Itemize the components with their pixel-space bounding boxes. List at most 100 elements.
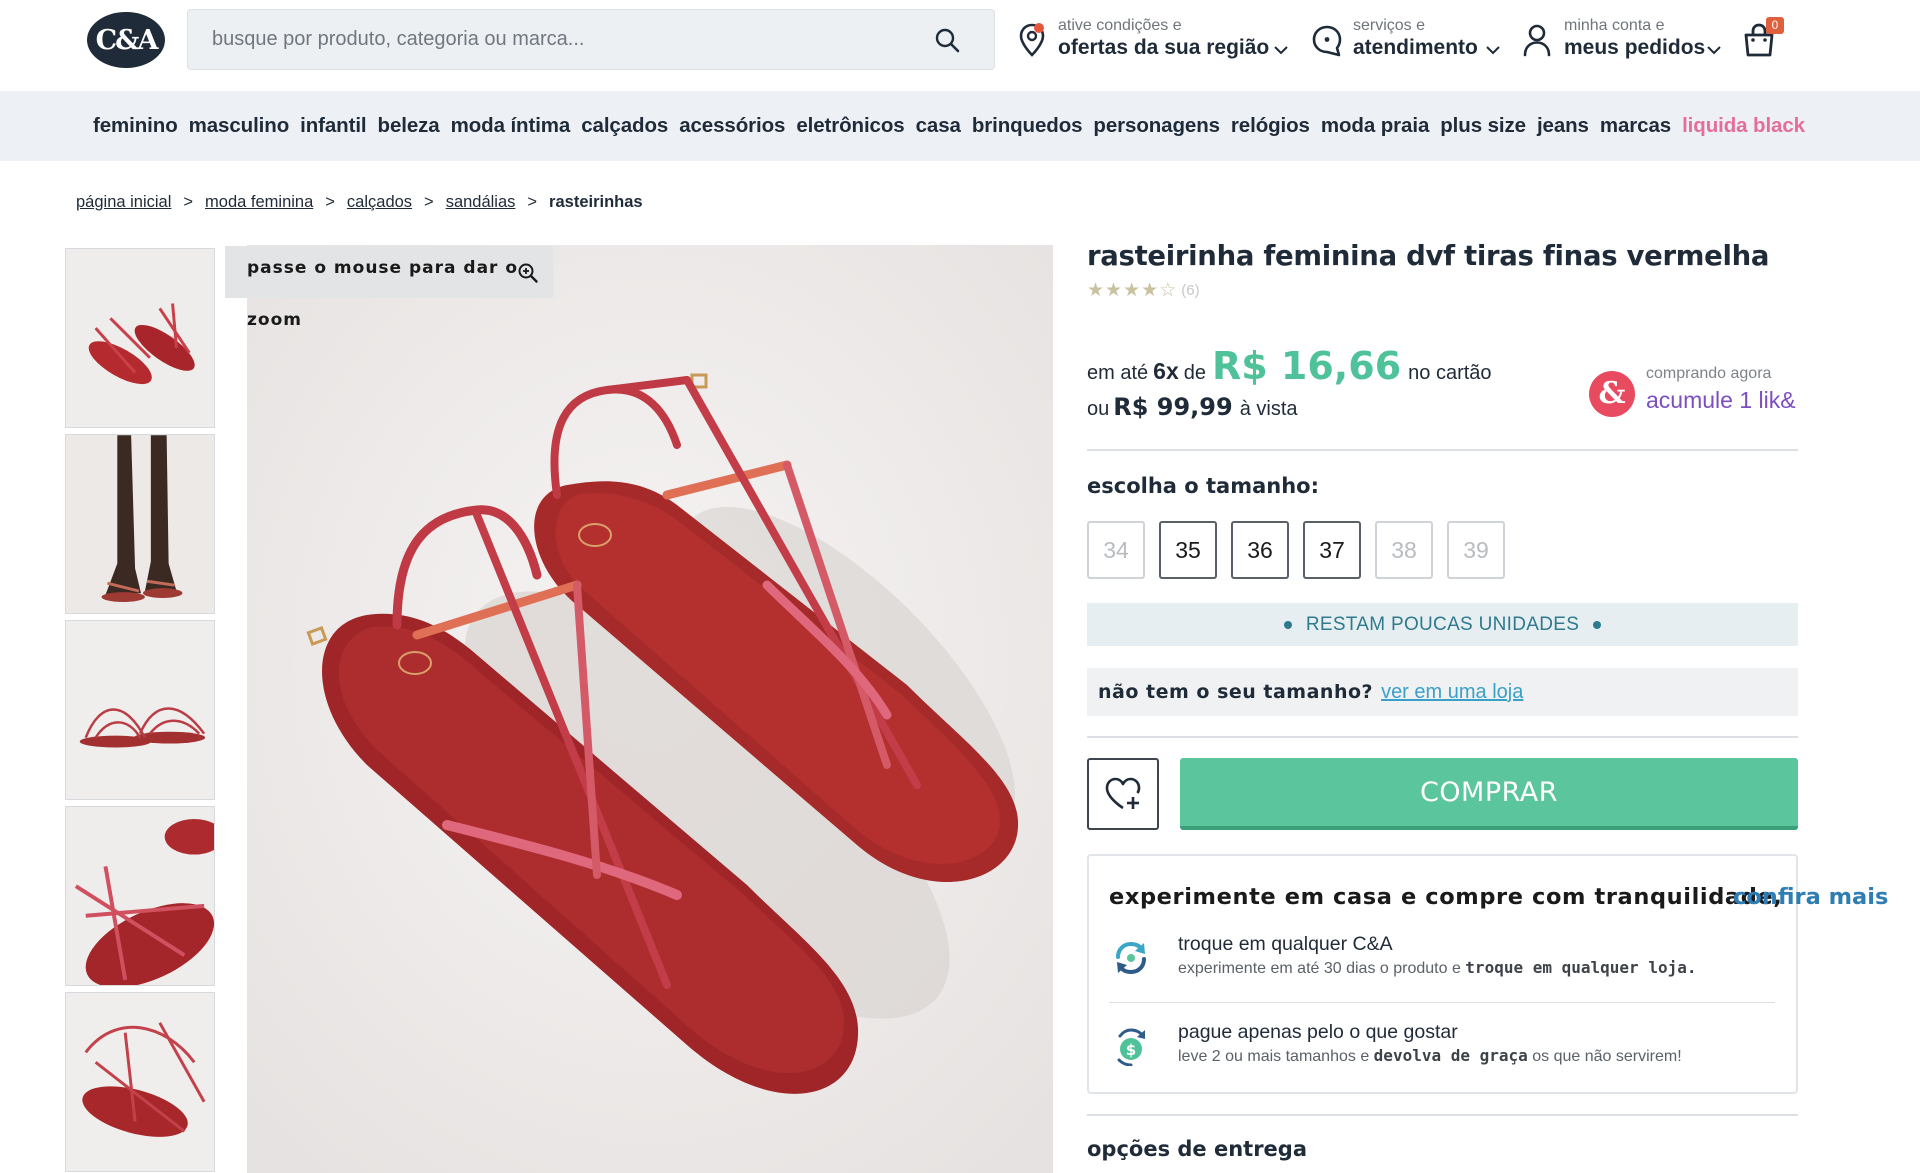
brand-logo[interactable]: C&A [87,12,165,68]
installment-count: 6x [1153,358,1179,384]
price-divider [1087,449,1798,451]
sandals-detail-thumbnail-image [66,807,214,985]
svg-text:$: $ [1126,1041,1136,1059]
nav-item-10[interactable]: personagens [1093,114,1220,138]
nav-item-15[interactable]: marcas [1600,114,1671,138]
sandals-closeup-thumbnail-image [66,993,214,1171]
service-small-label: serviços e [1353,17,1426,34]
pay-only-what-you-like-title: pague apenas pelo o que gostar [1178,1021,1458,1043]
user-icon [1523,24,1551,57]
money-back-icon: $ [1117,1028,1145,1066]
breadcrumb-link-2[interactable]: calçados [347,193,412,212]
main-product-image[interactable] [247,245,1053,1173]
bullet-dot-icon [1283,620,1292,629]
low-stock-banner: RESTAM POUCAS UNIDADES [1087,603,1798,646]
cash-price: ou R$ 99,99 à vista [1087,393,1298,421]
size-option-36[interactable]: 36 [1231,521,1289,579]
nav-item-4[interactable]: moda íntima [451,114,571,138]
size-option-37[interactable]: 37 [1303,521,1361,579]
return-desc-text: leve 2 ou mais tamanhos e [1178,1048,1370,1065]
account-menu[interactable]: minha conta e meus pedidos [1522,14,1722,64]
nav-item-7[interactable]: eletrônicos [796,114,904,138]
buy-button[interactable]: COMPRAR [1180,758,1798,830]
size-selector-title: escolha o tamanho: [1087,474,1319,498]
search-icon[interactable] [934,27,960,53]
breadcrumb-separator: > [424,193,434,211]
size-option-38[interactable]: 38 [1375,521,1433,579]
nav-item-11[interactable]: relógios [1231,114,1310,138]
size-option-35[interactable]: 35 [1159,521,1217,579]
exchange-arrows-icon [1116,941,1146,975]
nav-item-6[interactable]: acessórios [679,114,785,138]
breadcrumb-link-0[interactable]: página inicial [76,193,171,212]
size-selector: 34 35 36 37 38 39 [1087,521,1505,579]
pay-only-what-you-like-description: leve 2 ou mais tamanhos e devolva de gra… [1178,1046,1682,1066]
product-rating[interactable]: ★ ★ ★ ★ ☆ (6) [1087,281,1200,300]
region-offers-menu[interactable]: ative condições e ofertas da sua região [1018,14,1293,64]
likand-small-label: comprando agora [1646,365,1772,382]
actions-divider [1087,736,1798,738]
installment-value: R$ 16,66 [1212,344,1402,388]
star-filled-icon: ★ [1087,279,1105,301]
breadcrumb-separator: > [527,193,538,211]
installment-price: em até 6x de R$ 16,66 no cartão [1087,344,1492,388]
size-option-39[interactable]: 39 [1447,521,1505,579]
delivery-divider [1087,1114,1798,1116]
sandals-side-thumbnail-image [66,621,214,799]
category-nav-list: feminino masculino infantil beleza moda ínti… [93,91,1805,161]
sandals-pair-thumbnail-image [66,249,214,427]
exchange-desc-bold: troque em qualquer loja. [1465,958,1697,977]
product-title: rasteirinha feminina dvf tiras finas ver… [1087,240,1770,272]
zoom-in-icon [518,263,538,283]
review-count: (6) [1181,282,1200,299]
size-not-found-box: não tem o seu tamanho? ver em uma loja [1087,668,1798,716]
service-menu[interactable]: serviços e atendimento [1311,14,1501,64]
nav-item-promo[interactable]: liquida black [1682,114,1805,138]
account-small-label: minha conta e [1564,17,1665,34]
delivery-options-title[interactable]: opções de entrega [1087,1137,1307,1161]
nav-item-9[interactable]: brinquedos [972,114,1083,138]
nav-item-13[interactable]: plus size [1440,114,1526,138]
heart-plus-icon [1105,777,1141,810]
thumbnail-5[interactable] [65,992,215,1172]
category-nav: feminino masculino infantil beleza moda ínti… [0,91,1920,161]
search-input[interactable] [212,10,892,69]
breadcrumb-link-1[interactable]: moda feminina [205,193,313,212]
cash-suffix: à vista [1239,398,1298,420]
bullet-dot-icon [1593,620,1602,629]
thumbnail-3[interactable] [65,620,215,800]
try-at-home-separator [1109,1002,1775,1003]
learn-more-link[interactable]: confira mais [1733,884,1888,910]
breadcrumb-current: rasteirinhas [549,193,643,211]
add-to-wishlist-button[interactable] [1087,758,1159,830]
installment-of: de [1183,362,1206,384]
nav-item-1[interactable]: masculino [189,114,290,138]
nav-item-12[interactable]: moda praia [1321,114,1429,138]
support-chat-icon [1312,25,1342,57]
sandal-pair-illustration [247,245,1053,1173]
chevron-down-icon [1274,46,1288,55]
breadcrumb-separator: > [325,193,335,211]
nav-item-8[interactable]: casa [916,114,961,138]
return-desc-bold: devolva de graça [1373,1046,1528,1065]
nav-item-5[interactable]: calçados [581,114,668,138]
likand-logo-icon: & [1589,371,1635,417]
thumbnail-2[interactable] [65,434,215,614]
size-not-found-label: não tem o seu tamanho? [1098,681,1374,703]
nav-item-3[interactable]: beleza [378,114,440,138]
nav-item-2[interactable]: infantil [300,114,366,138]
zoom-hint-text-line1: passe o mouse para dar o [247,258,519,278]
cart-count-badge: 0 [1766,17,1784,34]
thumbnail-4[interactable] [65,806,215,986]
find-in-store-link[interactable]: ver em uma loja [1381,681,1523,704]
exchange-title: troque em qualquer C&A [1178,933,1393,955]
thumbnail-1[interactable] [65,248,215,428]
sandals-on-feet-thumbnail-image [66,435,214,613]
breadcrumb-link-3[interactable]: sandálias [446,193,516,212]
likand-points-label[interactable]: acumule 1 lik& [1646,387,1796,414]
try-at-home-title: experimente em casa e compre com tranqui… [1109,884,1783,910]
chevron-down-icon [1707,46,1721,55]
nav-item-0[interactable]: feminino [93,114,178,138]
nav-item-14[interactable]: jeans [1537,114,1589,138]
size-option-34[interactable]: 34 [1087,521,1145,579]
